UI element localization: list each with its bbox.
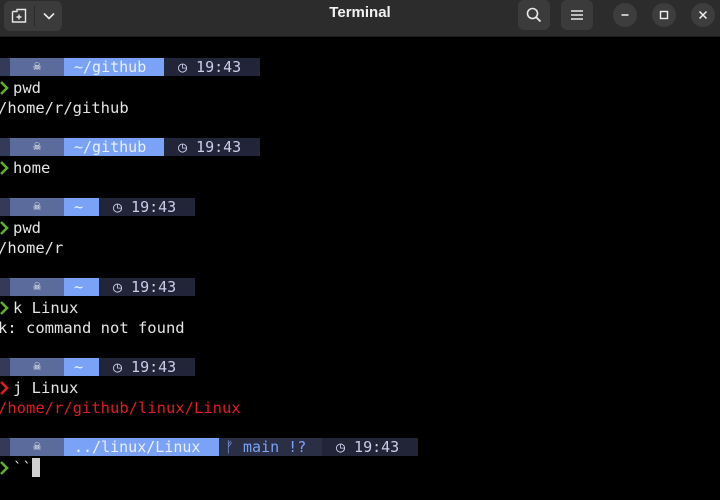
hamburger-menu-icon [571,10,583,20]
directory-segment: ~/github [64,58,174,76]
command-text: home [13,159,51,177]
maximize-icon [659,10,669,20]
command-input[interactable]: `` [13,458,32,478]
skull-segment: ☠ [10,198,64,216]
skull-icon: ☠ [33,279,41,294]
os-segment [0,278,10,296]
prompt-chevron-icon [0,161,9,175]
prompt-chevron-icon [0,81,9,95]
os-segment [0,198,10,216]
prompt-chevron-icon [0,221,9,235]
title-bar: Terminal [0,0,720,37]
new-tab-button[interactable] [4,1,34,31]
git-segment: ᚠ main !? [219,438,328,456]
skull-segment: ☠ [10,58,64,76]
skull-icon: ☠ [33,359,41,374]
skull-segment: ☠ [10,358,64,376]
command-text: pwd [13,79,41,97]
text-cursor [32,458,41,477]
minimize-icon [621,14,629,16]
command-text: j Linux [13,379,79,397]
minimize-button[interactable] [613,3,637,27]
skull-icon: ☠ [33,199,41,214]
terminal-view[interactable]: ☠ ~/github ◷ 19:43 pwd/home/r/github ☠ ~/gith… [0,37,720,500]
close-button[interactable] [691,3,715,27]
os-segment [0,138,10,156]
maximize-button[interactable] [652,3,676,27]
directory-segment: ~/github [64,138,174,156]
prompt-error-chevron-icon [0,381,9,395]
os-segment [0,438,10,456]
chevron-down-icon [42,12,55,20]
skull-segment: ☠ [10,278,64,296]
command-output: k: command not found [0,319,185,337]
window-title: Terminal [329,4,391,21]
prompt-chevron-icon [0,461,9,475]
close-icon [698,10,708,20]
skull-segment: ☠ [10,438,64,456]
command-output: /home/r [0,239,64,257]
main-menu-button[interactable] [561,0,593,30]
command-text: k Linux [13,299,79,317]
new-tab-button-group [4,1,62,31]
skull-segment: ☠ [10,138,64,156]
skull-icon: ☠ [33,439,41,454]
new-tab-icon [11,8,27,23]
skull-icon: ☠ [33,59,41,74]
command-output: /home/r/github [0,99,129,117]
search-icon [526,7,542,23]
command-text: pwd [13,219,41,237]
new-tab-dropdown-button[interactable] [35,1,62,31]
directory-segment: ../linux/Linux [64,438,229,456]
os-segment [0,58,10,76]
prompt-chevron-icon [0,301,9,315]
command-output: /home/r/github/linux/Linux [0,399,241,417]
os-segment [0,358,10,376]
search-button[interactable] [518,0,550,30]
skull-icon: ☠ [33,139,41,154]
